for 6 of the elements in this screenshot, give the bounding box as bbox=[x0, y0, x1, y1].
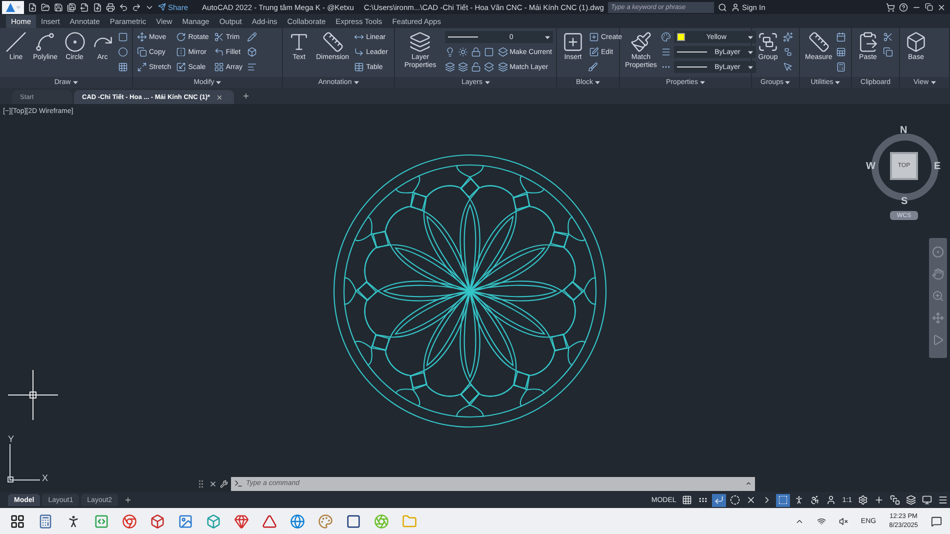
y-axis-label: Y bbox=[8, 434, 14, 444]
compass-north[interactable]: N bbox=[900, 125, 908, 136]
compass-east[interactable]: E bbox=[934, 161, 941, 172]
compass-south[interactable]: S bbox=[901, 196, 908, 207]
x-axis-label: X bbox=[42, 473, 48, 483]
compass-west[interactable]: W bbox=[866, 161, 876, 172]
